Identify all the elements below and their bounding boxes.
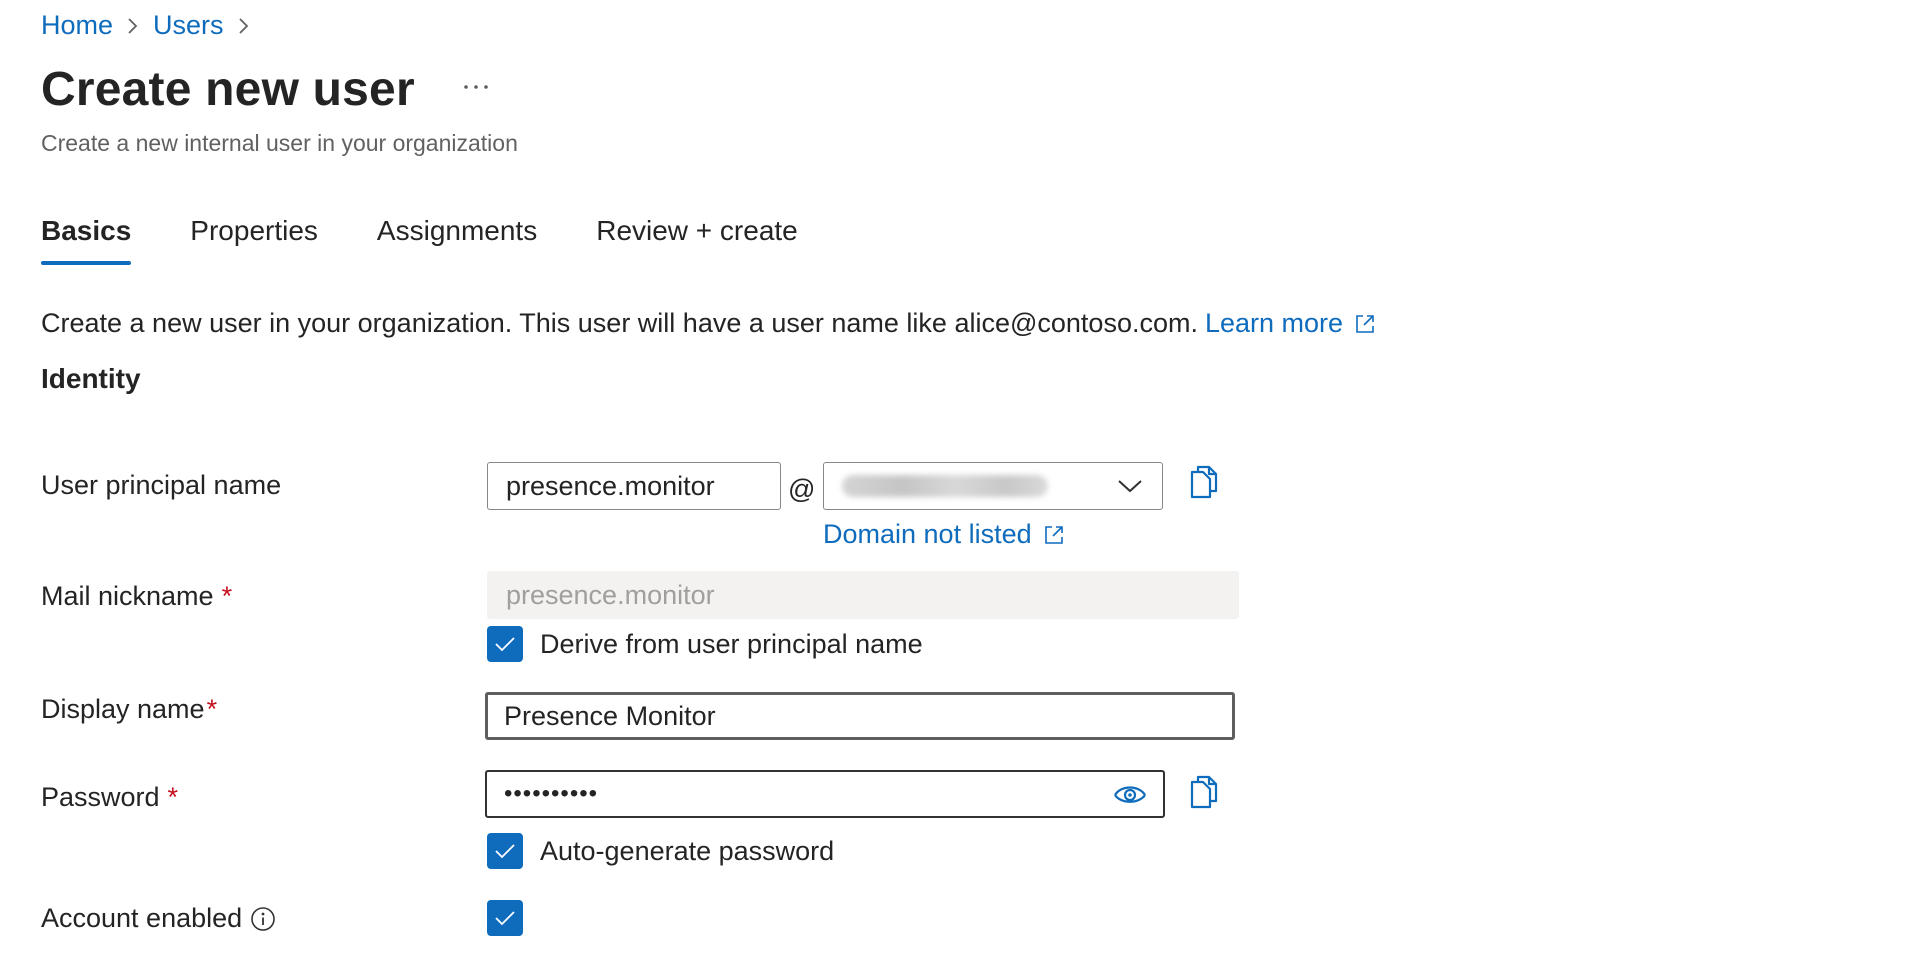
learn-more-link[interactable]: Learn more bbox=[1205, 308, 1375, 339]
required-indicator: * bbox=[221, 581, 233, 611]
breadcrumb-users-link[interactable]: Users bbox=[153, 10, 224, 41]
password-value: •••••••••• bbox=[504, 780, 599, 807]
page-title: Create new user bbox=[41, 63, 415, 116]
copy-password-button[interactable] bbox=[1186, 772, 1222, 812]
display-name-label-row: Display name * bbox=[41, 694, 217, 725]
mail-nickname-input: presence.monitor bbox=[487, 571, 1239, 619]
ellipsis-icon bbox=[464, 84, 488, 89]
chevron-right-icon bbox=[224, 12, 264, 40]
required-indicator: * bbox=[167, 782, 179, 812]
auto-generate-password-checkbox-row[interactable]: Auto-generate password bbox=[487, 833, 834, 869]
info-icon[interactable] bbox=[250, 906, 276, 932]
auto-generate-password-label: Auto-generate password bbox=[540, 835, 835, 866]
section-title-identity: Identity bbox=[41, 363, 141, 394]
domain-dropdown[interactable] bbox=[823, 462, 1163, 510]
password-label-row: Password * bbox=[41, 782, 178, 813]
chevron-right-icon bbox=[113, 12, 153, 40]
tab-review-create[interactable]: Review + create bbox=[596, 215, 798, 265]
show-password-eye-icon[interactable] bbox=[1113, 782, 1147, 808]
tab-assignments[interactable]: Assignments bbox=[377, 215, 537, 265]
breadcrumb: Home Users bbox=[41, 10, 264, 41]
upn-username-input[interactable]: presence.monitor bbox=[487, 462, 781, 510]
more-options-button[interactable] bbox=[461, 72, 491, 102]
tab-basics[interactable]: Basics bbox=[41, 215, 132, 265]
at-sign: @ bbox=[788, 474, 816, 504]
learn-more-label: Learn more bbox=[1204, 308, 1344, 338]
password-input[interactable]: •••••••••• bbox=[485, 770, 1165, 818]
account-enabled-label-row: Account enabled bbox=[41, 903, 276, 934]
password-label: Password bbox=[41, 782, 160, 812]
display-name-label: Display name bbox=[41, 694, 205, 724]
account-enabled-label: Account enabled bbox=[41, 903, 243, 933]
breadcrumb-home-link[interactable]: Home bbox=[41, 10, 113, 41]
external-link-icon bbox=[1044, 525, 1063, 544]
copy-icon bbox=[1190, 465, 1218, 499]
derive-from-upn-checkbox[interactable] bbox=[487, 626, 523, 662]
create-user-page: Home Users Create new user Create a new … bbox=[0, 0, 1912, 977]
display-name-input[interactable]: Presence Monitor bbox=[485, 692, 1235, 740]
mail-nickname-label-row: Mail nickname * bbox=[41, 581, 232, 612]
required-indicator: * bbox=[206, 694, 218, 724]
upn-label: User principal name bbox=[41, 470, 282, 500]
mail-nickname-label: Mail nickname bbox=[41, 581, 214, 611]
copy-upn-button[interactable] bbox=[1186, 462, 1222, 502]
account-enabled-checkbox-row[interactable] bbox=[487, 900, 523, 936]
auto-generate-password-checkbox[interactable] bbox=[487, 833, 523, 869]
intro-text: Create a new user in your organization. … bbox=[41, 308, 1198, 338]
account-enabled-checkbox[interactable] bbox=[487, 900, 523, 936]
checkmark-icon bbox=[495, 637, 515, 652]
checkmark-icon bbox=[495, 844, 515, 859]
tab-list: Basics Properties Assignments Review + c… bbox=[41, 215, 857, 265]
domain-not-listed-label: Domain not listed bbox=[823, 519, 1032, 549]
domain-value-blurred bbox=[842, 475, 1048, 497]
checkmark-icon bbox=[495, 911, 515, 926]
derive-from-upn-label: Derive from user principal name bbox=[540, 628, 923, 659]
domain-not-listed-link[interactable]: Domain not listed bbox=[823, 519, 1064, 550]
tab-properties[interactable]: Properties bbox=[190, 215, 318, 265]
title-row: Create new user bbox=[41, 62, 491, 117]
copy-icon bbox=[1190, 775, 1218, 809]
page-subtitle: Create a new internal user in your organ… bbox=[41, 130, 518, 156]
intro-text-row: Create a new user in your organization. … bbox=[41, 308, 1375, 339]
external-link-icon bbox=[1356, 314, 1374, 333]
derive-from-upn-checkbox-row[interactable]: Derive from user principal name bbox=[487, 626, 923, 662]
chevron-down-icon bbox=[1118, 480, 1142, 493]
